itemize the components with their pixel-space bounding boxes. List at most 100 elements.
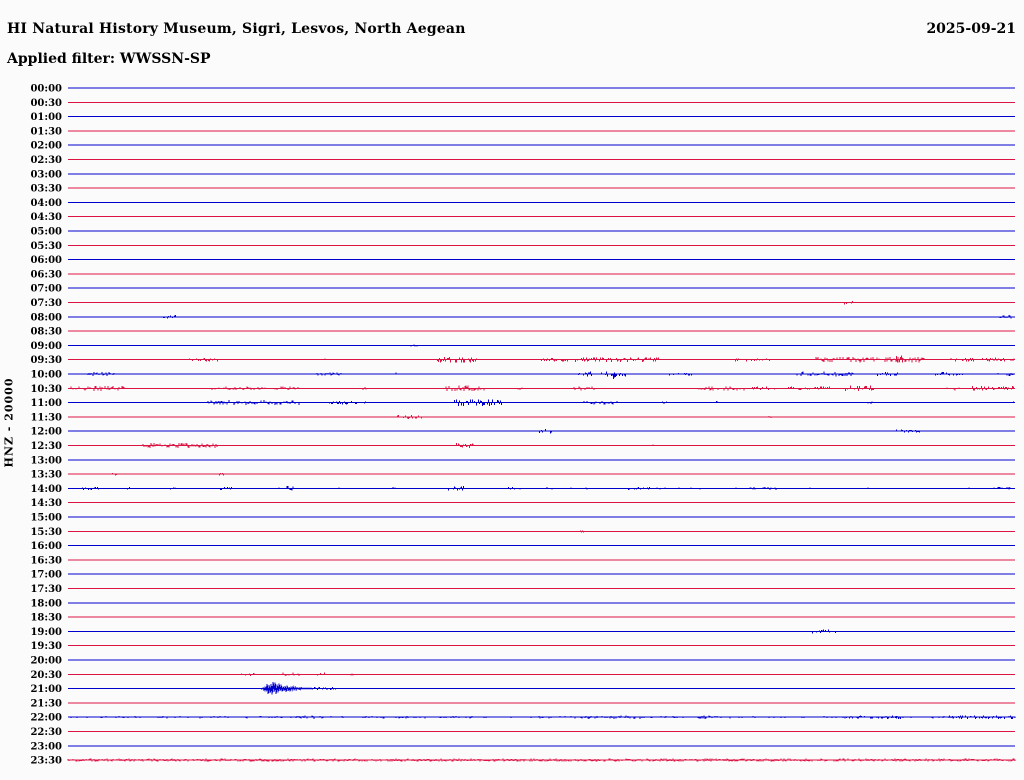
row-time-label: 23:00 (30, 741, 62, 752)
row-time-label: 04:00 (30, 198, 62, 209)
trace-noise-segment (316, 372, 352, 376)
row-time-label: 09:30 (30, 355, 62, 366)
row-time-label: 01:30 (30, 126, 62, 137)
row-time-label: 10:00 (30, 370, 62, 381)
trace-noise-segment (507, 487, 515, 490)
seismic-event-trace (261, 681, 313, 695)
trace-noise-segment (455, 443, 474, 448)
trace-noise-segment (538, 358, 570, 362)
trace-noise-segment (453, 399, 502, 407)
trace-noise-segment (766, 416, 772, 419)
row-time-label: 09:00 (30, 341, 62, 352)
row-time-label: 00:30 (30, 98, 62, 109)
trace-noise-segment (996, 373, 1015, 376)
row-time-label: 06:00 (30, 255, 62, 266)
trace-noise-segment (999, 315, 1014, 319)
trace-noise-segment (86, 372, 115, 376)
trace-noise-segment (111, 473, 118, 476)
row-time-label: 13:00 (30, 455, 62, 466)
trace-noise-segment (285, 486, 294, 491)
row-time-label: 21:30 (30, 698, 62, 709)
row-time-label: 05:30 (30, 241, 62, 252)
trace-noise-segment (787, 386, 831, 391)
trace-noise-segment (697, 386, 745, 391)
trace-noise-segment (397, 415, 423, 419)
trace-noise-segment (312, 687, 338, 691)
trace-noise-segment (749, 486, 777, 491)
trace-noise-segment (278, 672, 300, 677)
trace-noise-segment (240, 673, 258, 677)
trace-noise-segment (408, 344, 418, 347)
trace-noise-segment (319, 358, 326, 361)
trace-noise-segment (844, 301, 854, 305)
trace-noise-segment (867, 401, 873, 404)
trace-noise-segment (1010, 358, 1015, 362)
trace-noise-segment (444, 385, 485, 392)
trace-noise-segment (948, 357, 1006, 362)
trace-noise-segment (207, 400, 300, 406)
row-time-label: 03:00 (30, 169, 62, 180)
row-time-label: 01:00 (30, 112, 62, 123)
row-time-label: 21:00 (30, 684, 62, 695)
row-time-label: 11:00 (30, 398, 62, 409)
trace-noise-segment (167, 487, 174, 490)
trace-noise-segment (350, 673, 356, 676)
row-time-label: 11:30 (30, 412, 62, 423)
helicorder-plot: 00:00 00:30 01:00 01:30 02:00 02:30 03:00 03:30… (30, 84, 1016, 767)
row-time-label: 12:00 (30, 427, 62, 438)
row-time-label: 14:00 (30, 484, 62, 495)
row-time-label: 06:30 (30, 269, 62, 280)
trace-noise-segment (971, 386, 1015, 391)
trace-noise-segment (583, 715, 641, 720)
trace-noise-segment (187, 358, 218, 362)
trace-noise-segment (697, 715, 732, 719)
trace-noise-segment (79, 487, 101, 491)
row-time-label: 08:00 (30, 312, 62, 323)
trace-noise-segment (546, 487, 553, 490)
trace-noise-segment (735, 358, 773, 362)
trace-noise-segment (162, 314, 177, 319)
trace-noise-segment (1010, 401, 1015, 404)
trace-noise-segment (141, 443, 218, 448)
trace-noise-segment (436, 356, 477, 363)
row-time-label: 15:00 (30, 513, 62, 524)
row-time-label: 17:00 (30, 570, 62, 581)
trace-noise-segment (357, 387, 367, 390)
trace-noise-segment (127, 486, 132, 490)
row-time-label: 02:00 (30, 141, 62, 152)
trace-noise-segment (69, 385, 125, 391)
trace-noise-segment (299, 715, 324, 719)
row-time-label: 16:30 (30, 555, 62, 566)
row-time-label: 07:00 (30, 284, 62, 295)
trace-noise-segment (664, 372, 693, 376)
trace-noise-segment (613, 373, 616, 380)
trace-noise-segment (981, 402, 989, 404)
trace-noise-segment (844, 715, 901, 719)
row-time-label: 07:30 (30, 298, 62, 309)
row-time-label: 23:30 (30, 756, 62, 767)
trace-noise-segment (571, 386, 595, 391)
trace-noise-segment (796, 371, 854, 377)
trace-noise-segment (948, 715, 1015, 720)
row-time-label: 10:30 (30, 384, 62, 395)
row-time-label: 14:30 (30, 498, 62, 509)
trace-noise-segment (896, 429, 921, 433)
helicorder-page: HI Natural History Museum, Sigri, Lesvos… (0, 0, 1024, 780)
trace-noise-segment (596, 416, 603, 418)
row-time-label: 22:30 (30, 727, 62, 738)
trace-noise-segment (517, 387, 523, 391)
row-time-label: 13:30 (30, 470, 62, 481)
trace-noise-segment (877, 372, 899, 376)
row-time-label: 22:00 (30, 713, 62, 724)
row-time-label: 16:00 (30, 541, 62, 552)
trace-noise-segment (392, 372, 398, 375)
trace-noise-segment (391, 487, 397, 489)
trace-noise-segment (652, 444, 660, 446)
trace-noise-segment (575, 357, 660, 363)
trace-noise-segment (997, 486, 1011, 490)
row-time-label: 05:00 (30, 227, 62, 238)
row-time-label: 12:30 (30, 441, 62, 452)
row-time-label: 17:30 (30, 584, 62, 595)
trace-noise-segment (751, 386, 776, 391)
row-time-label: 00:00 (30, 84, 62, 95)
